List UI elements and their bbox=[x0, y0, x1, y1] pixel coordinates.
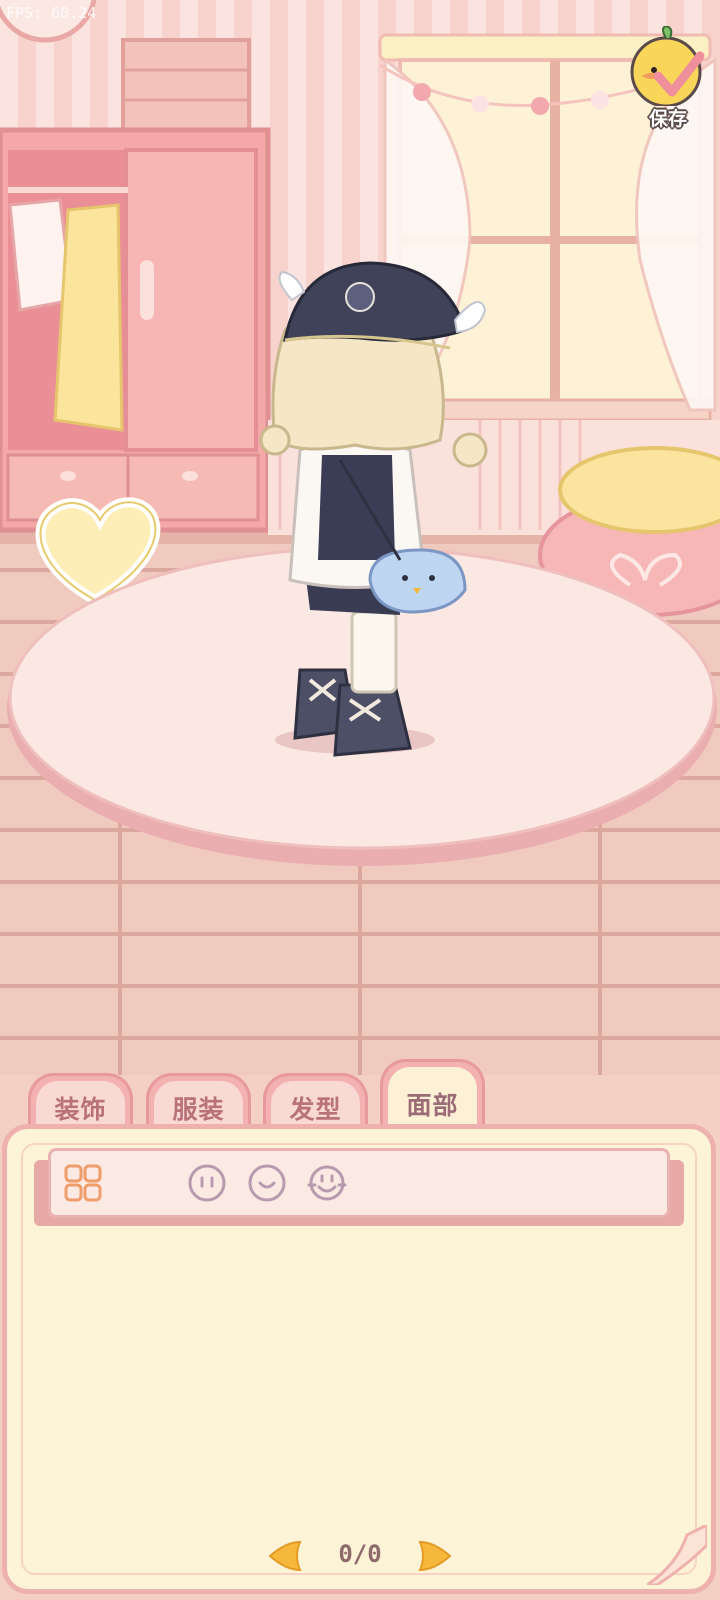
filter-bar bbox=[48, 1148, 670, 1218]
dressup-scene: FPS: 60.24 保存 bbox=[0, 0, 720, 1075]
tab-label: 发型 bbox=[289, 1095, 342, 1124]
prev-page-button[interactable] bbox=[266, 1538, 306, 1574]
tab-label: 服装 bbox=[172, 1095, 225, 1124]
category-tabs: 装饰 服装 发型 面部 bbox=[0, 1055, 720, 1135]
next-page-button[interactable] bbox=[414, 1538, 454, 1574]
room-background bbox=[0, 0, 720, 1075]
arrow-right-icon bbox=[418, 1540, 452, 1572]
tab-label: 面部 bbox=[406, 1091, 459, 1120]
fps-counter: FPS: 60.24 bbox=[6, 4, 97, 22]
tab-label: 装饰 bbox=[54, 1095, 107, 1124]
duck-check-icon bbox=[630, 24, 705, 108]
save-button[interactable]: 保存 bbox=[628, 24, 708, 130]
face-eyes-icon[interactable] bbox=[187, 1163, 227, 1203]
face-mouth-icon[interactable] bbox=[307, 1163, 347, 1203]
page-indicator: 0/0 bbox=[338, 1540, 382, 1568]
pager: 0/0 bbox=[0, 1532, 720, 1582]
save-label: 保存 bbox=[648, 108, 687, 130]
grid-all-icon[interactable] bbox=[63, 1163, 103, 1203]
arrow-left-icon bbox=[268, 1540, 302, 1572]
face-smile-icon[interactable] bbox=[247, 1163, 287, 1203]
